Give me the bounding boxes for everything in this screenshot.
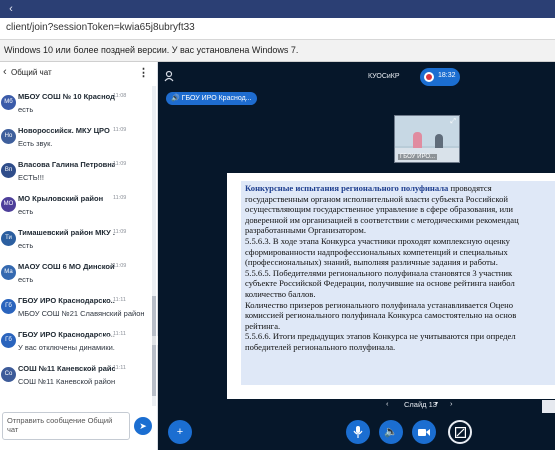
speaker-volume-icon[interactable]: 🔈 (379, 420, 403, 444)
chat-title: Общий чат (11, 68, 52, 77)
slide-heading-line: Конкурсные испытания регионального полуф… (245, 183, 551, 194)
message-text: есть (18, 275, 34, 284)
chat-header: ‹ Общий чат ⋮ (0, 62, 158, 84)
slide-line: осуществляющим государственное управлени… (245, 204, 513, 215)
back-arrow-icon[interactable]: ‹ (4, 2, 18, 16)
presenter-label: ГБОУ ИРО Краснод... (181, 95, 252, 102)
send-icon[interactable]: ➤ (134, 417, 152, 435)
slide-heading-tail: проводятся (448, 183, 492, 193)
scrollbar-thumb[interactable] (152, 296, 156, 396)
chat-input-box[interactable] (2, 412, 130, 440)
presentation-area: КУОСиКР 18:32 🔊 ГБОУ ИРО Краснод... ⤢ ГБ… (158, 62, 555, 450)
slide-line: победителей регионального полуфинала. (245, 341, 396, 352)
message-time: 11:08 (113, 93, 127, 99)
users-icon[interactable] (164, 70, 178, 84)
url-text: client/join?sessionToken=kwia65j8ubryft3… (6, 22, 195, 33)
microphone-icon[interactable] (346, 420, 370, 444)
avatar[interactable]: Гб (1, 333, 16, 348)
message-text: есть (18, 105, 34, 114)
message-time: 11:11 (113, 297, 126, 303)
message-sender: СОШ №11 Каневской район (18, 364, 115, 373)
slide-line: (профессиональных) знаний, выполняя разл… (245, 257, 498, 268)
actions-plus-icon[interactable]: + (168, 420, 192, 444)
chevron-left-icon[interactable]: ‹ (3, 66, 7, 78)
message-sender: Тимашевский район МКУ ... (18, 228, 115, 237)
message-time: 11:09 (113, 127, 127, 133)
avatar[interactable]: Ти (1, 231, 16, 246)
slide-line: количество баллов. (245, 288, 316, 299)
message-sender: Новороссийск. МКУ ЦРО (18, 126, 110, 135)
browser-titlebar: ‹ (0, 0, 555, 18)
recording-time: 18:32 (438, 72, 456, 79)
message-sender: МАОУ СОШ 6 МО Динской... (18, 262, 115, 271)
message-sender: МО Крыловский район (18, 194, 104, 203)
expand-icon[interactable]: ⤢ (450, 118, 456, 126)
message-time: 11:09 (113, 229, 127, 235)
avatar[interactable]: Гб (1, 299, 16, 314)
message-list[interactable]: Мб МБОУ СОШ № 10 Краснода... 11:08 есть Но Но… (0, 86, 152, 406)
address-bar[interactable]: client/join?sessionToken=kwia65j8ubryft3… (0, 18, 555, 40)
slide-line: комиссией регионального полуфинала Конку… (245, 310, 517, 321)
message-text: МБОУ СОШ №21 Славянский район (18, 309, 145, 318)
message-text: Есть звук. (18, 139, 53, 148)
record-icon (424, 72, 434, 82)
message-text: есть (18, 241, 34, 250)
slide-line: субъекте Российской Федерации, получивши… (245, 278, 515, 289)
slide-line: разработанными Организатором. (245, 225, 366, 236)
camera-icon[interactable] (412, 420, 436, 444)
message-text: ЕСТЬ!!! (18, 173, 44, 182)
chat-panel: ‹ Общий чат ⋮ Мб МБОУ СОШ № 10 Краснода..… (0, 62, 158, 450)
message-time: 11:09 (113, 195, 127, 201)
chat-message-input[interactable] (3, 413, 129, 439)
speaker-icon: 🔊 (171, 95, 182, 102)
avatar[interactable]: Мб (1, 95, 16, 110)
message-time: 11:11 (113, 365, 126, 371)
slide-options-button[interactable] (542, 400, 555, 413)
recording-indicator[interactable]: 18:32 (420, 68, 460, 86)
message-sender: Власова Галина Петровна (18, 160, 115, 169)
chevron-down-icon[interactable]: ▾ (435, 400, 438, 407)
message-sender: ГБОУ ИРО Краснодарско... (18, 296, 115, 305)
info-bar: Windows 10 или более поздней версии. У в… (0, 40, 555, 62)
video-label: ГБОУ ИРО... (398, 154, 437, 160)
message-sender: МБОУ СОШ № 10 Краснода... (18, 92, 115, 101)
slide-line: 5.5.6.3. В ходе этапа Конкурса участники… (245, 235, 510, 246)
presentation-slide: Конкурсные испытания регионального полуф… (227, 173, 555, 399)
slide-line: 5.5.6.5. Победителями регионального полу… (245, 267, 513, 278)
next-slide-icon[interactable]: › (450, 399, 453, 408)
more-options-icon[interactable]: ⋮ (138, 66, 149, 79)
screen-share-icon[interactable] (448, 420, 472, 444)
slide-line: государственным органом исполнительной в… (245, 193, 508, 204)
slide-line: рейтинга. (245, 320, 281, 331)
slide-line: 5.5.6.6. Итоги предыдущих этапов Конкурс… (245, 331, 516, 342)
avatar[interactable]: Ма (1, 265, 16, 280)
avatar[interactable]: Но (1, 129, 16, 144)
slide-navigation: ‹ Слайд 13 ▾ › (378, 399, 468, 413)
presenter-badge[interactable]: 🔊 ГБОУ ИРО Краснод... (166, 92, 258, 105)
slide-number[interactable]: Слайд 13 (404, 400, 437, 409)
slide-heading: Конкурсные испытания регионального полуф… (245, 183, 449, 193)
conference-name: КУОСиКР (368, 73, 400, 80)
previous-slide-icon[interactable]: ‹ (386, 399, 389, 408)
avatar[interactable]: МО (1, 197, 16, 212)
avatar[interactable]: Вп (1, 163, 16, 178)
chat-scrollbar[interactable] (152, 86, 156, 406)
avatar[interactable]: Со (1, 367, 16, 382)
slide-line: сформированности надпрофессиональных ком… (245, 246, 508, 257)
chat-message: Со СОШ №11 Каневской район 11:11 СОШ №11 Ка… (0, 362, 152, 402)
slide-text: Конкурсные испытания регионального полуф… (241, 181, 555, 385)
message-time: 11:09 (113, 263, 127, 269)
slide-line: доверенной им организацией в соответстви… (245, 214, 519, 225)
message-text: есть (18, 207, 34, 216)
message-time: 11:09 (113, 161, 127, 167)
message-text: СОШ №11 Каневской район (18, 377, 116, 386)
webcam-video[interactable]: ⤢ ГБОУ ИРО... (394, 115, 460, 163)
slide-line: Количество призеров регионального полуфи… (245, 299, 514, 310)
